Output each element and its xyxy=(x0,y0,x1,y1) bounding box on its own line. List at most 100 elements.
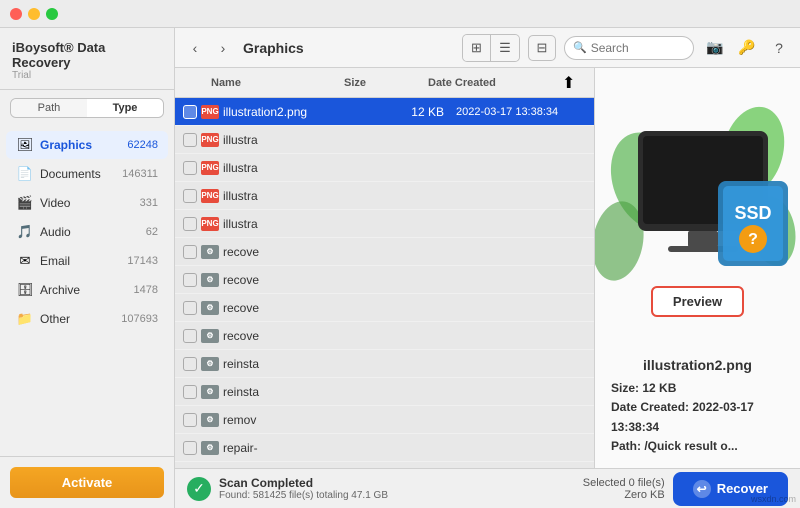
file-type-badge: ⚙ xyxy=(201,357,219,371)
tab-path[interactable]: Path xyxy=(11,99,87,117)
file-checkbox[interactable] xyxy=(183,329,197,343)
table-row[interactable]: ⚙ repair- xyxy=(175,434,594,462)
audio-icon: 🎵 xyxy=(16,223,34,241)
sidebar-item-email[interactable]: ✉ Email 17143 xyxy=(6,247,168,275)
table-row[interactable]: ⚙ recove xyxy=(175,238,594,266)
filter-button[interactable]: ⊟ xyxy=(528,35,556,61)
file-checkbox[interactable] xyxy=(183,161,197,175)
file-size: 12 KB xyxy=(372,105,452,119)
close-button[interactable] xyxy=(10,8,22,20)
table-row[interactable]: PNG illustra xyxy=(175,126,594,154)
table-row[interactable]: ⚙ remov xyxy=(175,406,594,434)
toolbar-nav: ‹ › xyxy=(183,36,235,60)
file-checkbox[interactable] xyxy=(183,189,197,203)
header-export: ⬆ xyxy=(562,73,586,93)
archive-count: 1478 xyxy=(134,284,158,296)
scan-status-icon: ✓ xyxy=(187,477,211,501)
file-checkbox[interactable] xyxy=(183,273,197,287)
file-checkbox[interactable] xyxy=(183,217,197,231)
file-name: reinsta xyxy=(223,357,368,371)
archive-icon: 🗄 xyxy=(16,281,34,299)
file-checkbox[interactable] xyxy=(183,245,197,259)
sidebar-item-audio[interactable]: 🎵 Audio 62 xyxy=(6,218,168,246)
file-type-badge: ⚙ xyxy=(201,273,219,287)
sidebar-item-graphics[interactable]: 🖼 Graphics 62248 xyxy=(6,131,168,159)
preview-image-area: SSD ? Preview xyxy=(595,68,800,349)
table-row[interactable]: PNG illustra xyxy=(175,182,594,210)
file-name: illustra xyxy=(223,217,368,231)
scan-status-sub: Found: 581425 file(s) totaling 47.1 GB xyxy=(219,490,388,501)
sidebar-item-archive[interactable]: 🗄 Archive 1478 xyxy=(6,276,168,304)
sidebar-item-video[interactable]: 🎬 Video 331 xyxy=(6,189,168,217)
minimize-button[interactable] xyxy=(28,8,40,20)
table-row[interactable]: ⚙ recove xyxy=(175,322,594,350)
sidebar-tabs: Path Type xyxy=(10,98,164,118)
archive-label: Archive xyxy=(40,283,134,297)
file-checkbox[interactable] xyxy=(183,441,197,455)
camera-icon-button[interactable]: 📷 xyxy=(702,35,728,61)
view-toggle: ⊞ ☰ xyxy=(462,34,520,62)
file-type-badge: ⚙ xyxy=(201,329,219,343)
email-count: 17143 xyxy=(127,255,158,267)
scan-status-text: Scan Completed Found: 581425 file(s) tot… xyxy=(219,476,388,501)
email-icon: ✉ xyxy=(16,252,34,270)
file-checkbox[interactable] xyxy=(183,105,197,119)
table-row[interactable]: PNG illustra xyxy=(175,210,594,238)
file-checkbox[interactable] xyxy=(183,413,197,427)
file-name: recove xyxy=(223,273,368,287)
table-row[interactable]: ⚙ recove xyxy=(175,294,594,322)
nav-back-button[interactable]: ‹ xyxy=(183,36,207,60)
video-count: 331 xyxy=(140,197,158,209)
table-row[interactable]: PNG illustration2.png 12 KB 2022-03-17 1… xyxy=(175,98,594,126)
file-type-badge: PNG xyxy=(201,161,219,175)
preview-panel: SSD ? Preview illustration2.png Size: 12… xyxy=(595,68,800,468)
activate-button[interactable]: Activate xyxy=(10,467,164,498)
file-name: repair- xyxy=(223,441,368,455)
file-type-badge: ⚙ xyxy=(201,385,219,399)
path-value: /Quick result o... xyxy=(644,439,737,453)
app-subtitle: Trial xyxy=(12,70,162,81)
recover-icon: ↩ xyxy=(693,480,711,498)
file-type-badge: PNG xyxy=(201,105,219,119)
documents-icon: 📄 xyxy=(16,165,34,183)
file-name: illustration2.png xyxy=(223,105,368,119)
documents-count: 146311 xyxy=(122,168,158,180)
file-date: 2022-03-17 13:38:34 xyxy=(456,106,586,118)
size-value: 12 KB xyxy=(642,381,676,395)
file-name: illustra xyxy=(223,189,368,203)
maximize-button[interactable] xyxy=(46,8,58,20)
help-icon-button[interactable]: ? xyxy=(766,35,792,61)
header-size: Size xyxy=(344,77,424,89)
nav-forward-button[interactable]: › xyxy=(211,36,235,60)
toolbar: ‹ › Graphics ⊞ ☰ ⊟ 🔍 📷 🔑 ? xyxy=(175,28,800,68)
file-type-badge: ⚙ xyxy=(201,301,219,315)
file-list-panel: Name Size Date Created ⬆ PNG illustratio… xyxy=(175,68,595,468)
list-view-button[interactable]: ☰ xyxy=(491,35,519,61)
table-row[interactable]: ⚙ reinsta xyxy=(175,350,594,378)
file-name: illustra xyxy=(223,161,368,175)
content-split: Name Size Date Created ⬆ PNG illustratio… xyxy=(175,68,800,468)
file-list-header: Name Size Date Created ⬆ xyxy=(175,68,594,98)
sidebar-item-other[interactable]: 📁 Other 107693 xyxy=(6,305,168,333)
sidebar: iBoysoft® Data Recovery Trial Path Type … xyxy=(0,28,175,508)
sidebar-item-documents[interactable]: 📄 Documents 146311 xyxy=(6,160,168,188)
graphics-icon: 🖼 xyxy=(16,136,34,154)
key-icon-button[interactable]: 🔑 xyxy=(734,35,760,61)
scan-checkmark: ✓ xyxy=(193,480,205,497)
audio-count: 62 xyxy=(146,226,158,238)
file-name: reinsta xyxy=(223,385,368,399)
file-checkbox[interactable] xyxy=(183,301,197,315)
email-label: Email xyxy=(40,254,127,268)
table-row[interactable]: PNG illustra xyxy=(175,154,594,182)
table-row[interactable]: ⚙ reinsta xyxy=(175,378,594,406)
file-checkbox[interactable] xyxy=(183,385,197,399)
file-checkbox[interactable] xyxy=(183,133,197,147)
preview-button[interactable]: Preview xyxy=(651,286,744,317)
grid-view-button[interactable]: ⊞ xyxy=(463,35,491,61)
file-checkbox[interactable] xyxy=(183,357,197,371)
video-label: Video xyxy=(40,196,140,210)
tab-type[interactable]: Type xyxy=(87,99,163,117)
search-input[interactable] xyxy=(591,41,685,55)
selected-files-count: Selected 0 file(s) xyxy=(583,477,665,489)
table-row[interactable]: ⚙ recove xyxy=(175,266,594,294)
